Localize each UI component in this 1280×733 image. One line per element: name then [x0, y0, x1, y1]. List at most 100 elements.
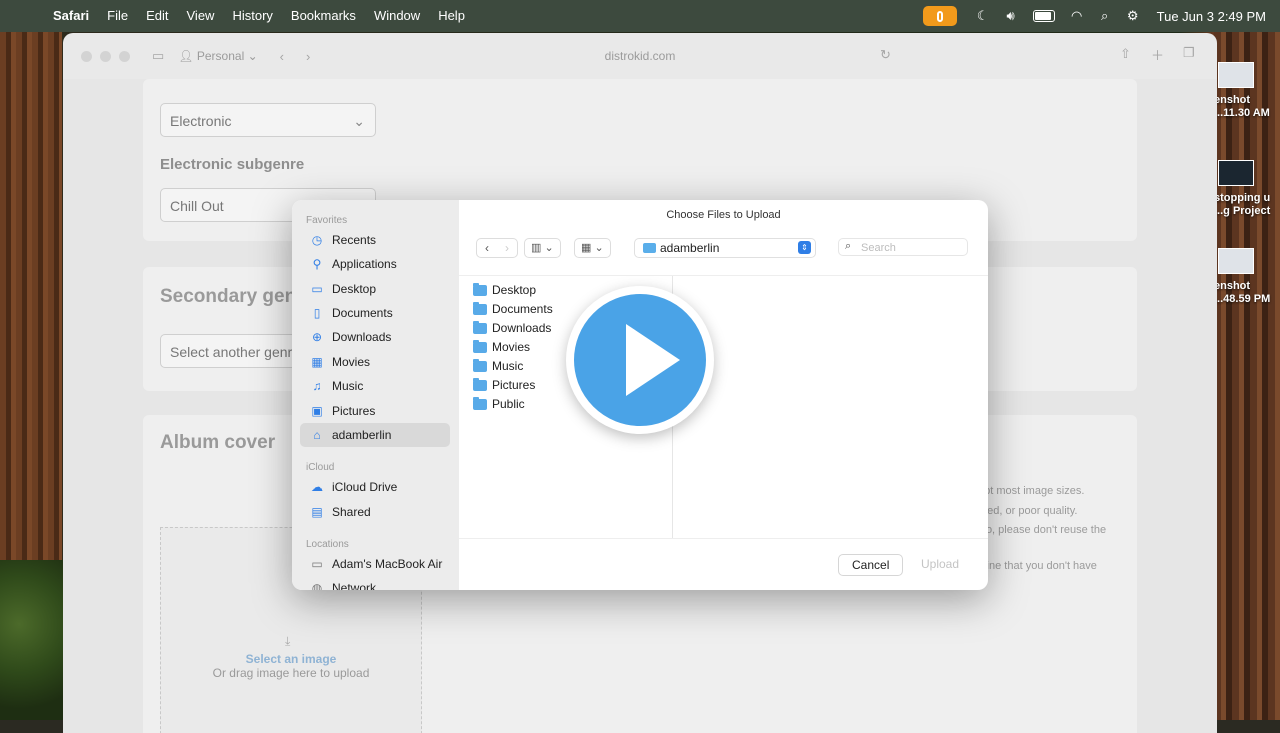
location-label: adamberlin	[660, 241, 720, 255]
sidebar-item-label: Adam's MacBook Air	[332, 557, 443, 571]
cancel-button[interactable]: Cancel	[838, 554, 904, 576]
shared-folder-icon: ▤	[311, 505, 323, 519]
sidebar-item-movies[interactable]: ▦ Movies	[300, 350, 450, 374]
tab-overview-icon[interactable]: ❐	[1183, 45, 1195, 61]
folder-name: Documents	[492, 302, 553, 316]
menu-clock[interactable]: Tue Jun 3 2:49 PM	[1147, 9, 1280, 24]
folder-name: Music	[492, 359, 524, 373]
wifi-icon[interactable]: ◠	[1063, 8, 1091, 24]
forward-button[interactable]: ›	[497, 239, 517, 257]
sidebar-item-recents[interactable]: ◷ Recents	[300, 228, 450, 252]
photo-icon: ▣	[311, 404, 323, 418]
favorites-heading: Favorites	[306, 215, 348, 226]
cloud-icon: ☁	[311, 480, 323, 494]
folder-row-movies[interactable]: Movies	[473, 338, 530, 357]
laptop-icon: ▭	[311, 557, 323, 571]
share-icon[interactable]: ⇧	[1120, 46, 1131, 62]
cover-guideline-text: lso, please don't reuse the	[978, 524, 1107, 536]
folder-name: Desktop	[492, 283, 537, 297]
sidebar-item-label: Desktop	[332, 282, 377, 296]
menu-file[interactable]: File	[98, 0, 137, 32]
menu-window[interactable]: Window	[365, 0, 429, 32]
sidebar-item-desktop[interactable]: ▭ Desktop	[300, 277, 450, 301]
sidebar-item-label: Downloads	[332, 330, 392, 344]
menu-bookmarks[interactable]: Bookmarks	[282, 0, 365, 32]
folder-row-public[interactable]: Public	[473, 395, 525, 414]
menu-history[interactable]: History	[223, 0, 281, 32]
menu-bar: Safari File Edit View History Bookmarks …	[0, 0, 1280, 32]
menu-edit[interactable]: Edit	[137, 0, 177, 32]
folder-row-desktop[interactable]: Desktop	[473, 281, 536, 300]
cover-guideline-text: nline that you don't have	[978, 560, 1097, 572]
search-field[interactable]: ⌕	[838, 238, 968, 257]
up-down-arrows-icon: ⇕	[798, 241, 811, 254]
control-center-icon[interactable]: ⚙︎	[1119, 8, 1147, 24]
sidebar-item-documents[interactable]: ▯ Documents	[300, 301, 450, 325]
document-icon: ▯	[313, 306, 321, 320]
folder-icon	[473, 340, 487, 353]
menu-help[interactable]: Help	[429, 0, 474, 32]
folder-icon	[473, 378, 487, 391]
sidebar-item-label: adamberlin	[332, 428, 392, 442]
location-popup[interactable]: adamberlin ⇕	[634, 238, 816, 258]
sidebar-item-pictures[interactable]: ▣ Pictures	[300, 399, 450, 423]
microphone-icon[interactable]	[922, 6, 957, 26]
genre-select[interactable]: Electronic ⌄	[160, 103, 376, 137]
search-input[interactable]	[859, 239, 967, 257]
play-button[interactable]	[566, 286, 714, 434]
reload-icon[interactable]: ↻	[880, 47, 891, 63]
chevron-down-icon: ⌄	[594, 242, 604, 254]
cover-guideline-text: ated, or poor quality.	[978, 505, 1078, 517]
group-by-button[interactable]: ▦ ⌄	[574, 238, 611, 258]
spotlight-search-icon[interactable]: ⌕	[1091, 8, 1119, 24]
sidebar-item-downloads[interactable]: ⊕ Downloads	[300, 325, 450, 349]
app-menu[interactable]: Safari	[44, 0, 98, 32]
sidebar-item-applications[interactable]: ⚲ Applications	[300, 252, 450, 276]
menu-view[interactable]: View	[178, 0, 224, 32]
dialog-title: Choose Files to Upload	[666, 209, 781, 221]
file-name-line: stopping u	[1214, 192, 1271, 204]
folder-name: Pictures	[492, 378, 536, 392]
view-mode-button[interactable]: ▥ ⌄	[524, 238, 561, 258]
volume-icon[interactable]: 🔊︎	[997, 8, 1025, 24]
select-image-link[interactable]: Select an image	[161, 652, 421, 666]
file-name-line: ...g Project	[1214, 205, 1271, 217]
sidebar-item-label: Documents	[332, 306, 393, 320]
folder-icon	[473, 359, 487, 372]
folder-row-pictures[interactable]: Pictures	[473, 376, 535, 395]
folder-row-music[interactable]: Music	[473, 357, 523, 376]
dialog-sidebar: Favorites ◷ Recents ⚲ Applications ▭ Deskto…	[292, 200, 459, 590]
globe-icon: ◍	[311, 581, 323, 590]
folder-row-documents[interactable]: Documents	[473, 300, 553, 319]
applications-icon: ⚲	[312, 257, 322, 271]
sidebar-item-network[interactable]: ◍ Network	[300, 576, 450, 590]
sidebar-item-icloud-drive[interactable]: ☁ iCloud Drive	[300, 475, 450, 499]
folder-name: Public	[492, 397, 525, 411]
desktop-file-screenshot-1[interactable]: enshot ...11.30 AM	[1214, 62, 1280, 120]
file-name-line: ...11.30 AM	[1214, 107, 1270, 119]
folder-icon	[473, 283, 487, 296]
file-name-line: enshot	[1214, 280, 1251, 292]
battery-icon[interactable]	[1032, 10, 1055, 22]
sidebar-item-shared[interactable]: ▤ Shared	[300, 500, 450, 524]
back-button[interactable]: ‹	[477, 239, 497, 257]
folder-name: Downloads	[492, 321, 552, 335]
folder-icon	[643, 243, 656, 253]
sidebar-item-home[interactable]: ⌂ adamberlin	[300, 423, 450, 447]
folder-icon	[473, 302, 487, 315]
sidebar-item-music[interactable]: ♫ Music	[300, 374, 450, 398]
sidebar-item-label: Network	[332, 581, 377, 590]
moon-icon[interactable]: ☾	[969, 8, 997, 24]
icloud-heading: iCloud	[306, 462, 335, 473]
sidebar-item-macbook[interactable]: ▭ Adam's MacBook Air	[300, 552, 450, 576]
music-note-icon: ♫	[312, 379, 322, 393]
address-bar[interactable]: distrokid.com	[63, 49, 1217, 63]
desktop-file-screenshot-2[interactable]: enshot ...48.59 PM	[1214, 248, 1280, 306]
folder-row-downloads[interactable]: Downloads	[473, 319, 551, 338]
sidebar-item-label: iCloud Drive	[332, 480, 398, 494]
upload-button[interactable]: Upload	[908, 554, 972, 574]
new-tab-icon[interactable]: ＋	[1151, 45, 1164, 64]
album-cover-title: Album cover	[160, 432, 276, 453]
desktop-file-project[interactable]: stopping u ...g Project	[1214, 160, 1280, 218]
clock-icon: ◷	[311, 233, 323, 247]
